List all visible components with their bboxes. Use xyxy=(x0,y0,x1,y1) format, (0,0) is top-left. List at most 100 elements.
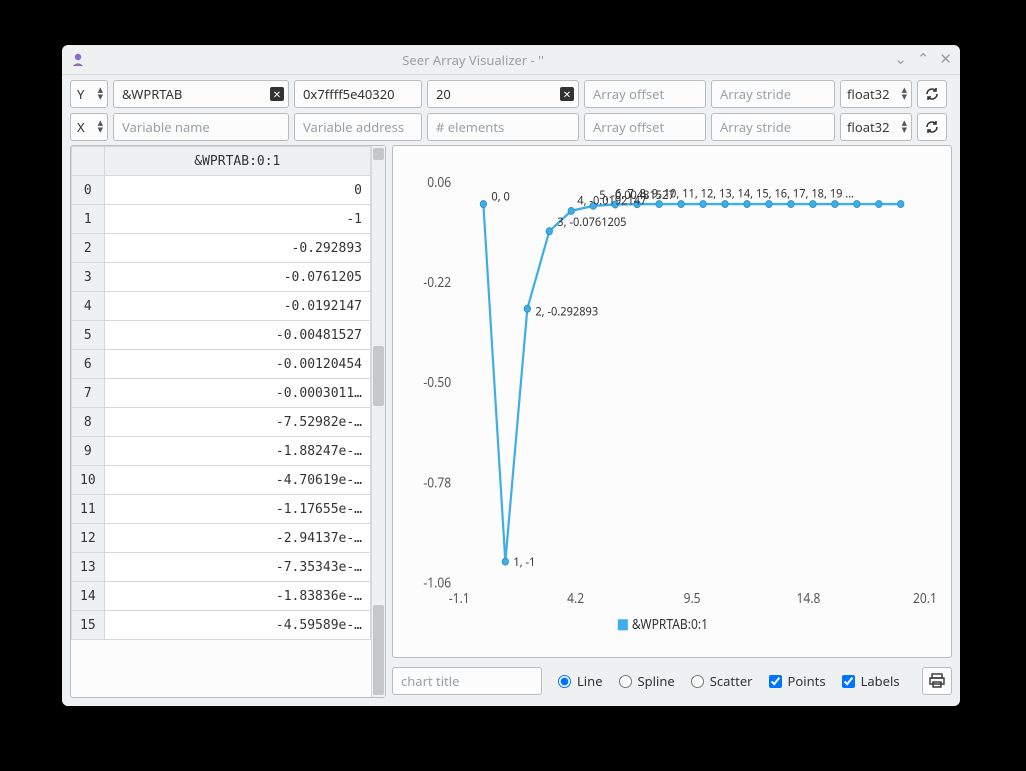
svg-text:0.06: 0.06 xyxy=(427,172,451,191)
row-value: -0.0192147 xyxy=(104,292,370,321)
svg-text:6, 7, 8, 9, 10, 11, 12, 13, 14: 6, 7, 8, 9, 10, 11, 12, 13, 14, 15, 16, … xyxy=(615,186,854,202)
row-index: 9 xyxy=(72,437,105,466)
table-row[interactable]: 11-1.17655e-… xyxy=(72,495,371,524)
row-value: -4.59589e-… xyxy=(104,611,370,640)
row-index: 15 xyxy=(72,611,105,640)
x-dtype-value: float32 xyxy=(847,118,890,136)
table-corner xyxy=(72,147,105,176)
y-refresh-button[interactable] xyxy=(917,80,947,108)
y-offset-input[interactable] xyxy=(584,80,706,108)
axis-x-label: X xyxy=(77,118,85,136)
table-row[interactable]: 8-7.52982e-… xyxy=(72,408,371,437)
row-value: -0.00120454 xyxy=(104,350,370,379)
row-index: 6 xyxy=(72,350,105,379)
table-row[interactable]: 6-0.00120454 xyxy=(72,350,371,379)
x-elements-input[interactable] xyxy=(427,113,579,141)
svg-text:-1.06: -1.06 xyxy=(423,573,451,592)
row-index: 11 xyxy=(72,495,105,524)
x-offset-input[interactable] xyxy=(584,113,706,141)
row-value: 0 xyxy=(104,176,370,205)
svg-text:2, -0.292893: 2, -0.292893 xyxy=(535,304,598,320)
y-dtype-select[interactable]: float32 ▲▼ xyxy=(840,80,912,108)
print-button[interactable] xyxy=(922,667,952,695)
table-row[interactable]: 15-4.59589e-… xyxy=(72,611,371,640)
maximize-button[interactable]: ⌃ xyxy=(917,52,930,67)
svg-text:20.1: 20.1 xyxy=(913,588,937,607)
clear-icon[interactable]: ✕ xyxy=(560,87,574,101)
axis-selector-x[interactable]: X ▲▼ xyxy=(70,113,108,141)
minimize-button[interactable]: ⌄ xyxy=(894,52,907,67)
points-checkbox[interactable]: Points xyxy=(761,672,826,690)
titlebar: Seer Array Visualizer - '' ⌄ ⌃ ✕ xyxy=(62,45,960,75)
svg-text:9.5: 9.5 xyxy=(684,588,701,607)
svg-text:3, -0.0761205: 3, -0.0761205 xyxy=(557,214,626,230)
row-value: -4.70619e-… xyxy=(104,466,370,495)
table-row[interactable]: 3-0.0761205 xyxy=(72,263,371,292)
x-variable-input[interactable] xyxy=(113,113,289,141)
row-index: 3 xyxy=(72,263,105,292)
row-index: 1 xyxy=(72,205,105,234)
window-title: Seer Array Visualizer - '' xyxy=(92,51,894,69)
svg-text:-0.50: -0.50 xyxy=(423,373,451,392)
close-button[interactable]: ✕ xyxy=(939,52,952,67)
row-value: -0.0761205 xyxy=(104,263,370,292)
mode-line-radio[interactable]: Line xyxy=(550,672,603,690)
right-pane: 0.06-0.22-0.50-0.78-1.06-1.14.29.514.820… xyxy=(392,145,952,698)
axis-selector-y[interactable]: Y ▲▼ xyxy=(70,80,108,108)
svg-text:-1.1: -1.1 xyxy=(449,588,470,607)
table-row[interactable]: 9-1.88247e-… xyxy=(72,437,371,466)
row-index: 8 xyxy=(72,408,105,437)
row-value: -7.52982e-… xyxy=(104,408,370,437)
data-table[interactable]: &WPRTAB:0:1 001-12-0.2928933-0.07612054-… xyxy=(71,146,371,640)
app-icon xyxy=(70,52,86,68)
table-row[interactable]: 5-0.00481527 xyxy=(72,321,371,350)
x-stride-input[interactable] xyxy=(711,113,835,141)
y-dtype-value: float32 xyxy=(847,85,890,103)
svg-text:&WPRTAB:0:1: &WPRTAB:0:1 xyxy=(632,615,708,634)
table-row[interactable]: 2-0.292893 xyxy=(72,234,371,263)
table-row[interactable]: 4-0.0192147 xyxy=(72,292,371,321)
table-col-header[interactable]: &WPRTAB:0:1 xyxy=(104,147,370,176)
table-row[interactable]: 00 xyxy=(72,176,371,205)
row-value: -1.88247e-… xyxy=(104,437,370,466)
table-scrollbar[interactable] xyxy=(371,146,385,697)
y-stride-input[interactable] xyxy=(711,80,835,108)
row-index: 7 xyxy=(72,379,105,408)
refresh-icon xyxy=(923,118,941,136)
x-dtype-select[interactable]: float32 ▲▼ xyxy=(840,113,912,141)
mode-spline-radio[interactable]: Spline xyxy=(611,672,675,690)
x-address-input[interactable] xyxy=(294,113,422,141)
main-area: &WPRTAB:0:1 001-12-0.2928933-0.07612054-… xyxy=(62,141,960,706)
table-row[interactable]: 12-2.94137e-… xyxy=(72,524,371,553)
svg-text:-0.78: -0.78 xyxy=(423,473,451,492)
clear-icon[interactable]: ✕ xyxy=(270,87,284,101)
row-value: -0.292893 xyxy=(104,234,370,263)
data-table-pane: &WPRTAB:0:1 001-12-0.2928933-0.07612054-… xyxy=(70,145,386,698)
svg-text:-0.22: -0.22 xyxy=(423,272,451,291)
row-index: 12 xyxy=(72,524,105,553)
row-index: 13 xyxy=(72,553,105,582)
y-variable-input[interactable]: ✕ xyxy=(113,80,289,108)
y-elements-input[interactable]: ✕ xyxy=(427,80,579,108)
chart-area[interactable]: 0.06-0.22-0.50-0.78-1.06-1.14.29.514.820… xyxy=(392,145,952,658)
row-value: -0.00481527 xyxy=(104,321,370,350)
table-row[interactable]: 7-0.0003011… xyxy=(72,379,371,408)
table-row[interactable]: 14-1.83836e-… xyxy=(72,582,371,611)
app-window: Seer Array Visualizer - '' ⌄ ⌃ ✕ Y ▲▼ ✕ … xyxy=(62,45,960,706)
printer-icon xyxy=(928,672,946,690)
labels-checkbox[interactable]: Labels xyxy=(834,672,900,690)
table-row[interactable]: 10-4.70619e-… xyxy=(72,466,371,495)
row-index: 14 xyxy=(72,582,105,611)
table-row[interactable]: 13-7.35343e-… xyxy=(72,553,371,582)
row-index: 4 xyxy=(72,292,105,321)
x-refresh-button[interactable] xyxy=(917,113,947,141)
toolbar-row-x: X ▲▼ float32 ▲▼ xyxy=(62,108,960,141)
row-index: 10 xyxy=(72,466,105,495)
refresh-icon xyxy=(923,85,941,103)
chart-title-input[interactable] xyxy=(392,667,542,695)
y-address-input[interactable] xyxy=(294,80,422,108)
mode-scatter-radio[interactable]: Scatter xyxy=(683,672,753,690)
svg-text:4.2: 4.2 xyxy=(567,588,584,607)
table-row[interactable]: 1-1 xyxy=(72,205,371,234)
chart-controls: Line Spline Scatter Points Labels xyxy=(392,664,952,698)
